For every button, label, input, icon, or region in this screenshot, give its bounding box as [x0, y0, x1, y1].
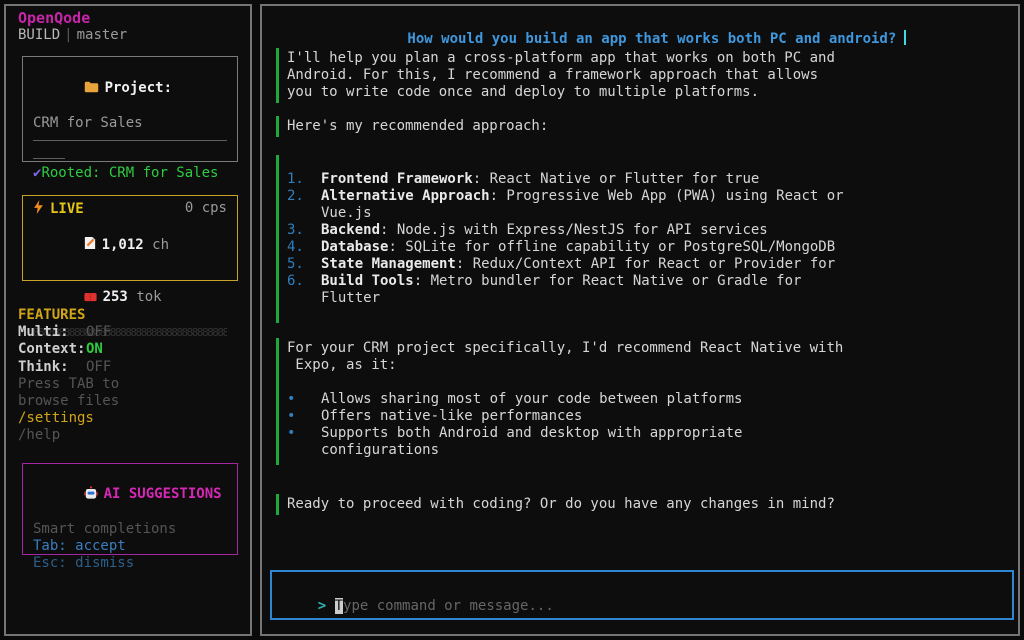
project-box: Project: CRM for Sales ✔Rooted: CRM for … [22, 56, 238, 162]
divider [33, 140, 227, 141]
assistant-paragraph-3: For your CRM project specifically, I'd r… [276, 338, 843, 465]
list-item-wrap: Vue.js [287, 205, 844, 222]
assistant-paragraph-2: Here's my recommended approach: [276, 116, 548, 137]
rooted-text: Rooted: CRM for Sales [41, 165, 218, 181]
ai-suggestions-title: AI SUGGESTIONS [104, 486, 222, 502]
assistant-paragraph-1: I'll help you plan a cross-platform app … [276, 48, 835, 103]
ticket-icon [84, 290, 97, 307]
sidebar: OpenQode BUILD|master Project: CRM for S… [4, 4, 252, 636]
chars-unit: ch [144, 237, 169, 253]
help-command[interactable]: /help [18, 427, 119, 444]
cps-counter: 0 cps [185, 200, 227, 219]
chars-value: 1,012 [102, 237, 144, 253]
think-value: OFF [86, 359, 111, 375]
live-label: LIVE [50, 201, 84, 217]
project-label: Project: [105, 80, 172, 96]
tab-hint-line2: browse files [18, 393, 119, 410]
tab-accept-hint: Tab: accept [33, 538, 227, 555]
chars-row: 1,012 ch [33, 219, 227, 272]
list-item: 2.Alternative Approach: Progressive Web … [287, 188, 844, 205]
tokens-unit: tok [128, 289, 162, 305]
feature-multi: Multi:OFF [18, 324, 119, 341]
build-mode-label: BUILD [18, 27, 60, 43]
blank-line [287, 374, 843, 391]
project-header-row: Project: [33, 63, 227, 115]
esc-dismiss-hint: Esc: dismiss [33, 555, 227, 572]
lightning-icon [33, 200, 44, 219]
bullet-item-wrap: configurations [287, 442, 843, 459]
list-item: 4.Database: SQLite for offline capabilit… [287, 239, 844, 256]
features-section: FEATURES Multi:OFF Context:ON Think:OFF … [18, 307, 119, 445]
tab-hint-line1: Press TAB to [18, 376, 119, 393]
bullet-item: •Offers native-like performances [287, 408, 843, 425]
ai-suggestions-box: AI SUGGESTIONS Smart completions Tab: ac… [22, 463, 238, 555]
prompt-symbol: > [318, 598, 326, 614]
list-item: 3.Backend: Node.js with Express/NestJS f… [287, 222, 844, 239]
tokens-value: 253 [103, 289, 128, 305]
bullet-item: •Allows sharing most of your code betwee… [287, 391, 843, 408]
robot-icon [84, 486, 98, 504]
context-value: ON [86, 341, 103, 357]
input-block-cursor: T [335, 598, 343, 614]
command-input[interactable]: > Type command or message... [270, 570, 1014, 620]
assistant-paragraph-4: Ready to proceed with coding? Or do you … [276, 494, 835, 515]
features-heading: FEATURES [18, 307, 119, 324]
text-cursor [904, 30, 906, 45]
assistant-numbered-list: 1.Frontend Framework: React Native or Fl… [276, 155, 844, 323]
multi-value: OFF [86, 324, 111, 340]
separator: | [60, 27, 76, 43]
project-name: CRM for Sales [33, 115, 227, 132]
ai-subtitle: Smart completions [33, 521, 227, 538]
input-placeholder: ype command or message... [343, 598, 554, 614]
feature-context: Context:ON [18, 341, 119, 358]
git-branch-label: master [77, 27, 128, 43]
settings-command[interactable]: /settings [18, 410, 119, 427]
memo-icon [84, 236, 96, 255]
app-title: OpenQode [18, 9, 90, 27]
rooted-status: ✔Rooted: CRM for Sales [33, 165, 227, 182]
mode-branch-line: BUILD|master [18, 27, 127, 43]
feature-think: Think:OFF [18, 359, 119, 376]
folder-icon [84, 81, 99, 98]
live-header-row: LIVE 0 cps [33, 200, 227, 219]
divider-short [33, 158, 65, 159]
live-stats-box: LIVE 0 cps 1,012 ch 253 tok 888888888888… [22, 195, 238, 281]
list-item: 5.State Management: Redux/Context API fo… [287, 256, 844, 273]
list-item: 6.Build Tools: Metro bundler for React N… [287, 273, 844, 290]
list-item-wrap: Flutter [287, 290, 844, 307]
bullet-item: •Supports both Android and desktop with … [287, 425, 843, 442]
list-item: 1.Frontend Framework: React Native or Fl… [287, 171, 844, 188]
chat-panel: How would you build an app that works bo… [260, 4, 1020, 636]
ai-header-row: AI SUGGESTIONS [33, 469, 227, 521]
